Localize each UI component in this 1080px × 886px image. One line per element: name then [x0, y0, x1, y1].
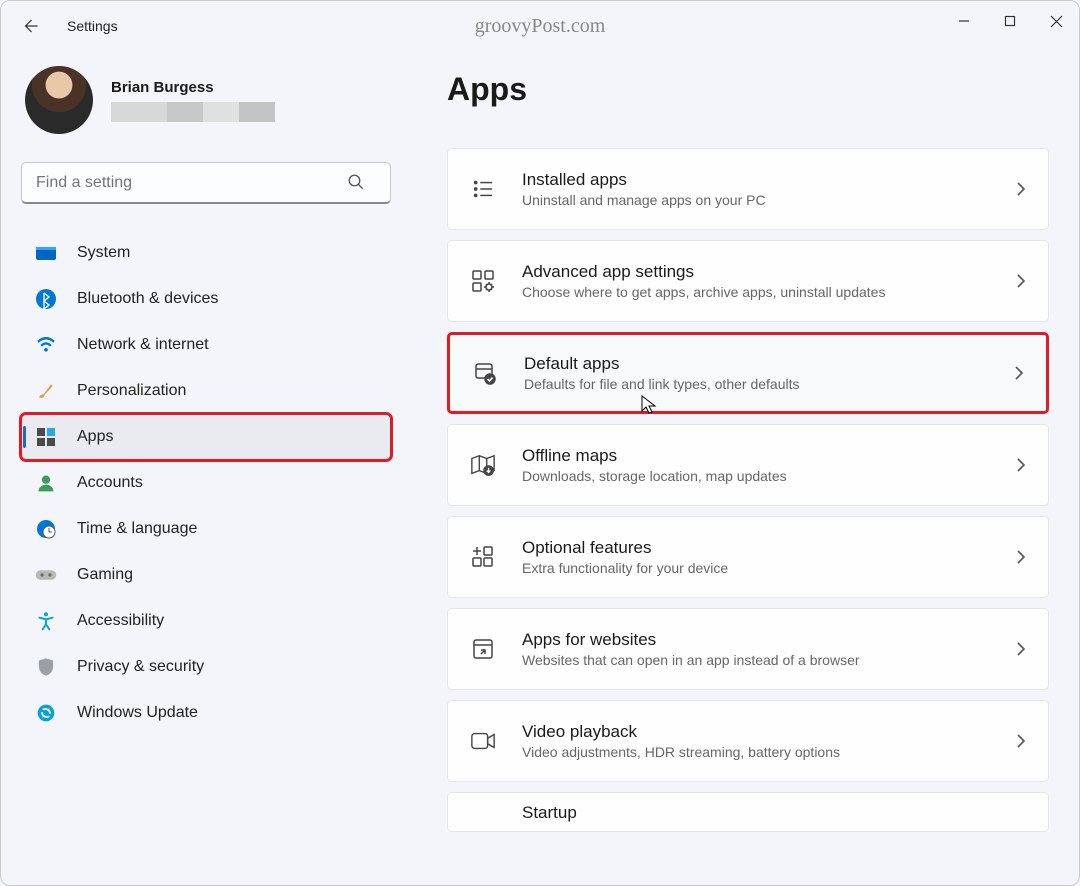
avatar [25, 66, 93, 134]
card-title: Default apps [524, 354, 799, 374]
window-check-icon [472, 360, 498, 386]
window-controls [941, 1, 1079, 41]
sidebar-item-accounts[interactable]: Accounts [21, 460, 391, 506]
sidebar-item-label: Privacy & security [77, 658, 204, 676]
sidebar-item-label: Personalization [77, 382, 186, 400]
card-desc: Video adjustments, HDR streaming, batter… [522, 744, 840, 760]
card-offline-maps[interactable]: Offline maps Downloads, storage location,… [447, 424, 1049, 506]
back-button[interactable] [21, 17, 49, 35]
sidebar-item-bluetooth[interactable]: Bluetooth & devices [21, 276, 391, 322]
sidebar-item-update[interactable]: Windows Update [21, 690, 391, 736]
card-desc: Defaults for file and link types, other … [524, 376, 799, 392]
card-installed-apps[interactable]: Installed apps Uninstall and manage apps … [447, 148, 1049, 230]
chevron-right-icon [1016, 641, 1026, 657]
chevron-right-icon [1016, 273, 1026, 289]
card-title: Startup [522, 803, 577, 823]
sidebar-item-label: Time & language [77, 520, 197, 538]
video-icon [470, 728, 496, 754]
card-desc: Websites that can open in an app instead… [522, 652, 860, 668]
apps-icon [35, 426, 57, 448]
gamepad-icon [35, 564, 57, 586]
card-title: Apps for websites [522, 630, 860, 650]
chevron-right-icon [1016, 181, 1026, 197]
card-title: Optional features [522, 538, 728, 558]
settings-window: Settings groovyPost.com Brian Burgess [0, 0, 1080, 886]
card-title: Installed apps [522, 170, 766, 190]
card-desc: Uninstall and manage apps on your PC [522, 192, 766, 208]
minimize-button[interactable] [941, 1, 987, 41]
list-icon [470, 176, 496, 202]
page-title: Apps [447, 71, 1049, 108]
grid-gear-icon [470, 268, 496, 294]
profile-name: Brian Burgess [111, 79, 275, 96]
shield-icon [35, 656, 57, 678]
sidebar-item-accessibility[interactable]: Accessibility [21, 598, 391, 644]
chevron-right-icon [1014, 365, 1024, 381]
card-advanced-settings[interactable]: Advanced app settings Choose where to get… [447, 240, 1049, 322]
wifi-icon [35, 334, 57, 356]
sidebar-item-label: Gaming [77, 566, 133, 584]
chevron-right-icon [1016, 733, 1026, 749]
accessibility-icon [35, 610, 57, 632]
card-default-apps[interactable]: Default apps Defaults for file and link t… [447, 332, 1049, 414]
brush-icon [35, 380, 57, 402]
watermark-text: groovyPost.com [475, 15, 606, 38]
person-icon [35, 472, 57, 494]
card-optional-features[interactable]: Optional features Extra functionality for… [447, 516, 1049, 598]
card-video-playback[interactable]: Video playback Video adjustments, HDR str… [447, 700, 1049, 782]
window-title: Settings [67, 18, 118, 34]
sidebar-item-label: System [77, 244, 130, 262]
sidebar-item-label: Accounts [77, 474, 143, 492]
sidebar-item-label: Windows Update [77, 704, 198, 722]
sidebar-item-label: Apps [77, 428, 113, 446]
card-desc: Extra functionality for your device [522, 560, 728, 576]
search-input[interactable] [21, 162, 391, 204]
sidebar-item-label: Accessibility [77, 612, 164, 630]
card-apps-for-websites[interactable]: Apps for websites Websites that can open … [447, 608, 1049, 690]
card-desc: Downloads, storage location, map updates [522, 468, 787, 484]
card-title: Offline maps [522, 446, 787, 466]
profile-block[interactable]: Brian Burgess [21, 66, 391, 134]
system-icon [35, 242, 57, 264]
titlebar: Settings groovyPost.com [1, 1, 1079, 51]
startup-icon [470, 803, 496, 829]
search-icon [347, 173, 365, 191]
grid-plus-icon [470, 544, 496, 570]
card-desc: Choose where to get apps, archive apps, … [522, 284, 885, 300]
bluetooth-icon [35, 288, 57, 310]
sidebar-item-apps[interactable]: Apps [21, 414, 391, 460]
sidebar-item-system[interactable]: System [21, 230, 391, 276]
sidebar-item-network[interactable]: Network & internet [21, 322, 391, 368]
nav-list: System Bluetooth & devices Network & int… [21, 230, 391, 736]
sidebar-item-personalization[interactable]: Personalization [21, 368, 391, 414]
card-title: Video playback [522, 722, 840, 742]
card-startup[interactable]: Startup [447, 792, 1049, 832]
update-icon [35, 702, 57, 724]
sidebar-item-label: Bluetooth & devices [77, 290, 218, 308]
search-box[interactable] [21, 162, 391, 204]
sidebar-item-privacy[interactable]: Privacy & security [21, 644, 391, 690]
map-download-icon [470, 452, 496, 478]
sidebar-item-time[interactable]: Time & language [21, 506, 391, 552]
card-title: Advanced app settings [522, 262, 885, 282]
close-button[interactable] [1033, 1, 1079, 41]
cards-list: Installed apps Uninstall and manage apps … [447, 148, 1049, 832]
maximize-button[interactable] [987, 1, 1033, 41]
chevron-right-icon [1016, 457, 1026, 473]
sidebar: Brian Burgess System Bluetooth & devices [1, 51, 401, 885]
profile-email-redacted [111, 102, 275, 122]
sidebar-item-gaming[interactable]: Gaming [21, 552, 391, 598]
sidebar-item-label: Network & internet [77, 336, 209, 354]
chevron-right-icon [1016, 549, 1026, 565]
window-link-icon [470, 636, 496, 662]
content-pane: Apps Installed apps Uninstall and manage … [401, 51, 1079, 885]
clock-globe-icon [35, 518, 57, 540]
